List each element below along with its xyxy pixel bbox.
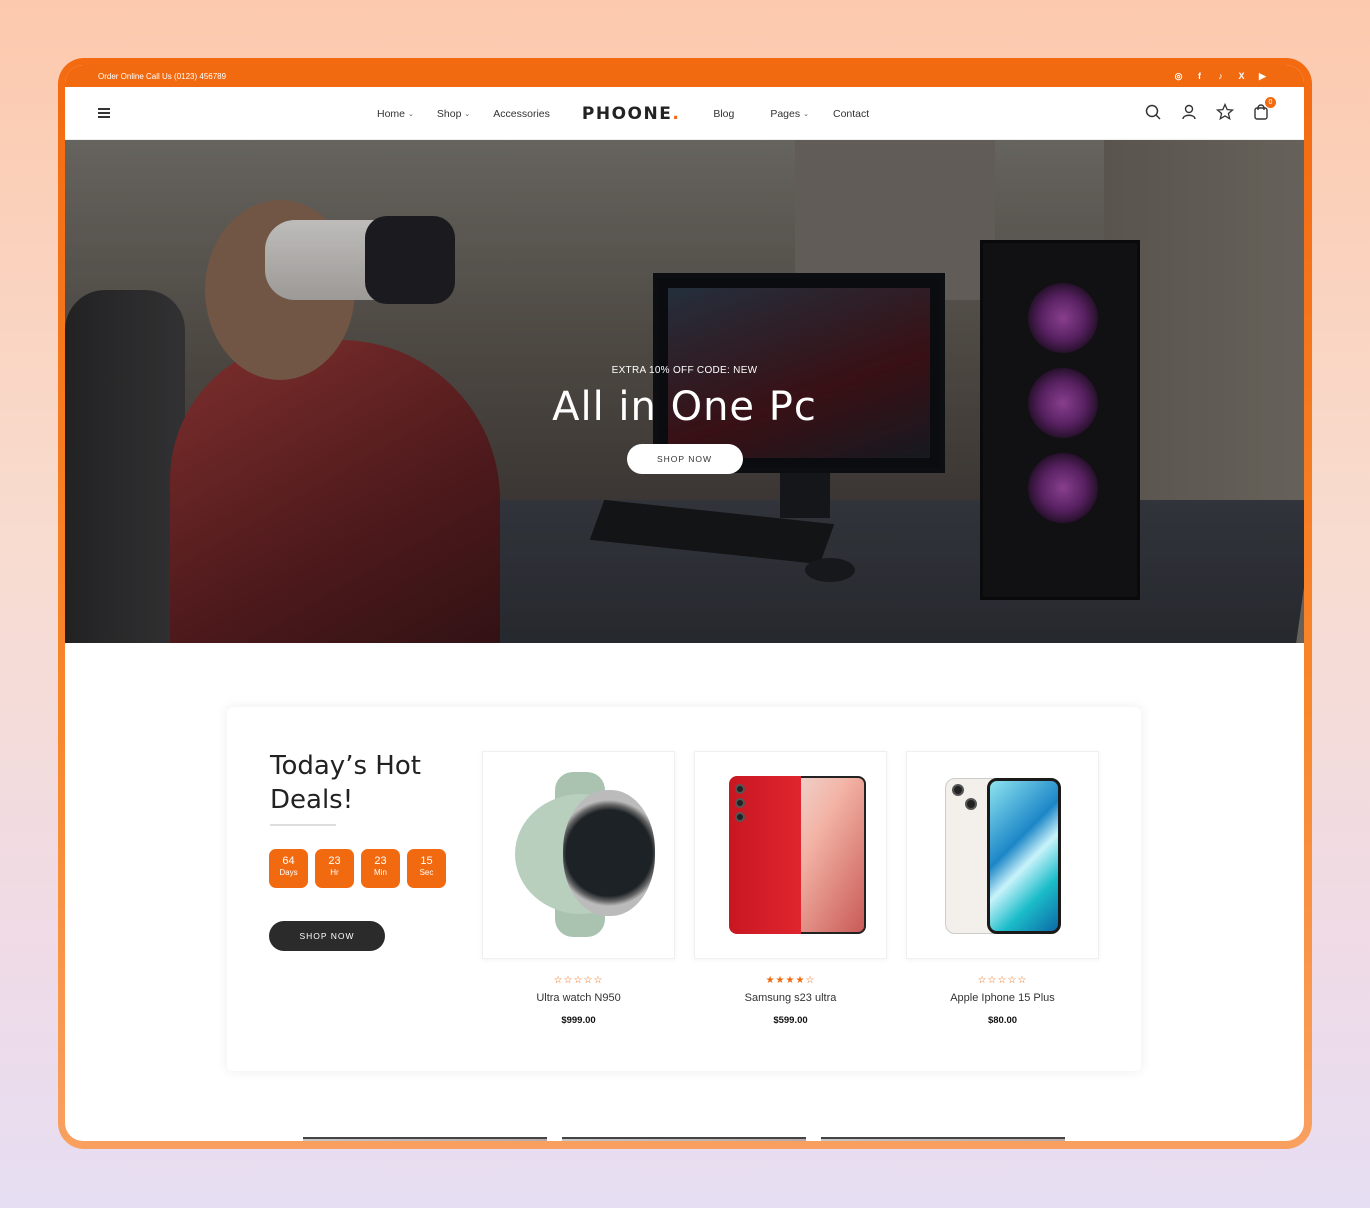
nav-item-home[interactable]: Home ⌄ — [377, 108, 414, 120]
nav-item-label: Contact — [832, 107, 870, 120]
nav-item-label: Shop — [436, 107, 462, 120]
product-rating: ☆☆☆☆☆ — [553, 975, 604, 986]
product-rating: ☆☆☆☆☆ — [977, 975, 1028, 986]
site-window: Order Online Call Us (0123) 456789 ◎ f ♪… — [65, 65, 1304, 1141]
deals-title: Today’s Hot Deals! — [270, 751, 421, 815]
hero-title: All in One Pc — [552, 384, 817, 430]
chevron-down-icon: ⌄ — [464, 110, 471, 118]
hero-content: EXTRA 10% OFF CODE: NEW All in One Pc SH… — [65, 365, 1304, 474]
site-logo[interactable]: PHOONE. — [582, 104, 680, 124]
tiktok-icon[interactable]: ♪ — [1215, 71, 1226, 81]
countdown-value: 15 — [420, 855, 433, 867]
nav-item-contact[interactable]: Contact — [833, 108, 869, 120]
main-nav: Home ⌄ Shop ⌄ Accessories PHOONE. Blog P… — [65, 87, 1304, 140]
nav-item-accessories[interactable]: Accessories — [493, 108, 550, 120]
divider — [270, 824, 336, 826]
product-card[interactable]: ★★★★☆ Samsung s23 ultra $599.00 — [694, 751, 887, 1026]
countdown-unit: Sec — [419, 868, 434, 877]
product-name[interactable]: Samsung s23 ultra — [694, 992, 887, 1004]
product-price: $999.00 — [561, 1015, 596, 1026]
countdown-timer: 64 Days 23 Hr 23 Min 15 Sec — [269, 849, 446, 888]
product-name[interactable]: Apple Iphone 15 Plus — [906, 992, 1099, 1004]
product-price: $80.00 — [987, 1015, 1018, 1026]
cart-count-badge: 0 — [1265, 97, 1276, 108]
nav-item-label: Home — [377, 107, 406, 120]
product-image-samsung-phone[interactable] — [694, 751, 887, 959]
hero-shop-now-button[interactable]: SHOP NOW — [626, 444, 743, 474]
product-card[interactable]: ☆☆☆☆☆ Apple Iphone 15 Plus $80.00 — [906, 751, 1099, 1026]
product-image-iphone[interactable] — [906, 751, 1099, 959]
header-actions: 0 — [1144, 97, 1276, 121]
nav-item-shop[interactable]: Shop ⌄ — [437, 108, 470, 120]
countdown-days: 64 Days — [269, 849, 308, 888]
hero-banner: EXTRA 10% OFF CODE: NEW All in One Pc SH… — [65, 140, 1304, 643]
chevron-down-icon: ⌄ — [408, 110, 414, 118]
product-card[interactable]: ☆☆☆☆☆ Ultra watch N950 $999.00 — [482, 751, 675, 1026]
deals-shop-now-button[interactable]: SHOP NOW — [269, 921, 385, 951]
cart-icon[interactable]: 0 — [1252, 97, 1276, 121]
countdown-unit: Min — [374, 868, 387, 877]
category-thumbnail[interactable] — [821, 1137, 1065, 1141]
category-thumbnail[interactable] — [303, 1137, 547, 1141]
product-rating: ★★★★☆ — [765, 975, 816, 986]
hamburger-menu-icon[interactable] — [98, 108, 110, 118]
nav-menu: Home ⌄ Shop ⌄ Accessories PHOONE. Blog P… — [377, 87, 869, 140]
wishlist-star-icon[interactable] — [1215, 102, 1235, 121]
user-icon[interactable] — [1180, 103, 1198, 121]
nav-item-label: Blog — [713, 107, 735, 120]
call-text: Order Online Call Us (0123) 456789 — [98, 71, 227, 81]
nav-item-blog[interactable]: Blog — [713, 108, 734, 120]
hero-promo-text: EXTRA 10% OFF CODE: NEW — [611, 365, 758, 376]
category-thumbnail[interactable] — [562, 1137, 806, 1141]
nav-item-pages[interactable]: Pages ⌄ — [770, 108, 809, 120]
nav-item-label: Pages — [770, 107, 801, 120]
logo-dot: . — [672, 103, 681, 124]
x-icon[interactable]: X — [1236, 71, 1247, 81]
product-price: $599.00 — [773, 1015, 808, 1026]
logo-text: PHOONE — [581, 103, 673, 124]
countdown-value: 23 — [328, 855, 341, 867]
instagram-icon[interactable]: ◎ — [1173, 71, 1184, 82]
search-icon[interactable] — [1144, 103, 1162, 121]
product-image-smartwatch[interactable] — [482, 751, 675, 959]
countdown-minutes: 23 Min — [361, 849, 400, 888]
chevron-down-icon: ⌄ — [803, 110, 809, 118]
countdown-value: 64 — [282, 855, 295, 867]
countdown-unit: Hr — [330, 868, 339, 877]
youtube-icon[interactable]: ▶ — [1257, 71, 1268, 82]
nav-item-label: Accessories — [493, 107, 550, 120]
social-links: ◎ f ♪ X ▶ — [1173, 71, 1268, 82]
countdown-seconds: 15 Sec — [407, 849, 446, 888]
top-bar: Order Online Call Us (0123) 456789 ◎ f ♪… — [65, 65, 1304, 87]
facebook-icon[interactable]: f — [1194, 71, 1205, 81]
countdown-unit: Days — [279, 868, 298, 877]
countdown-value: 23 — [374, 855, 387, 867]
countdown-hours: 23 Hr — [315, 849, 354, 888]
product-name[interactable]: Ultra watch N950 — [482, 992, 675, 1004]
hot-deals-section: Today’s Hot Deals! 64 Days 23 Hr 23 Min … — [227, 707, 1141, 1071]
